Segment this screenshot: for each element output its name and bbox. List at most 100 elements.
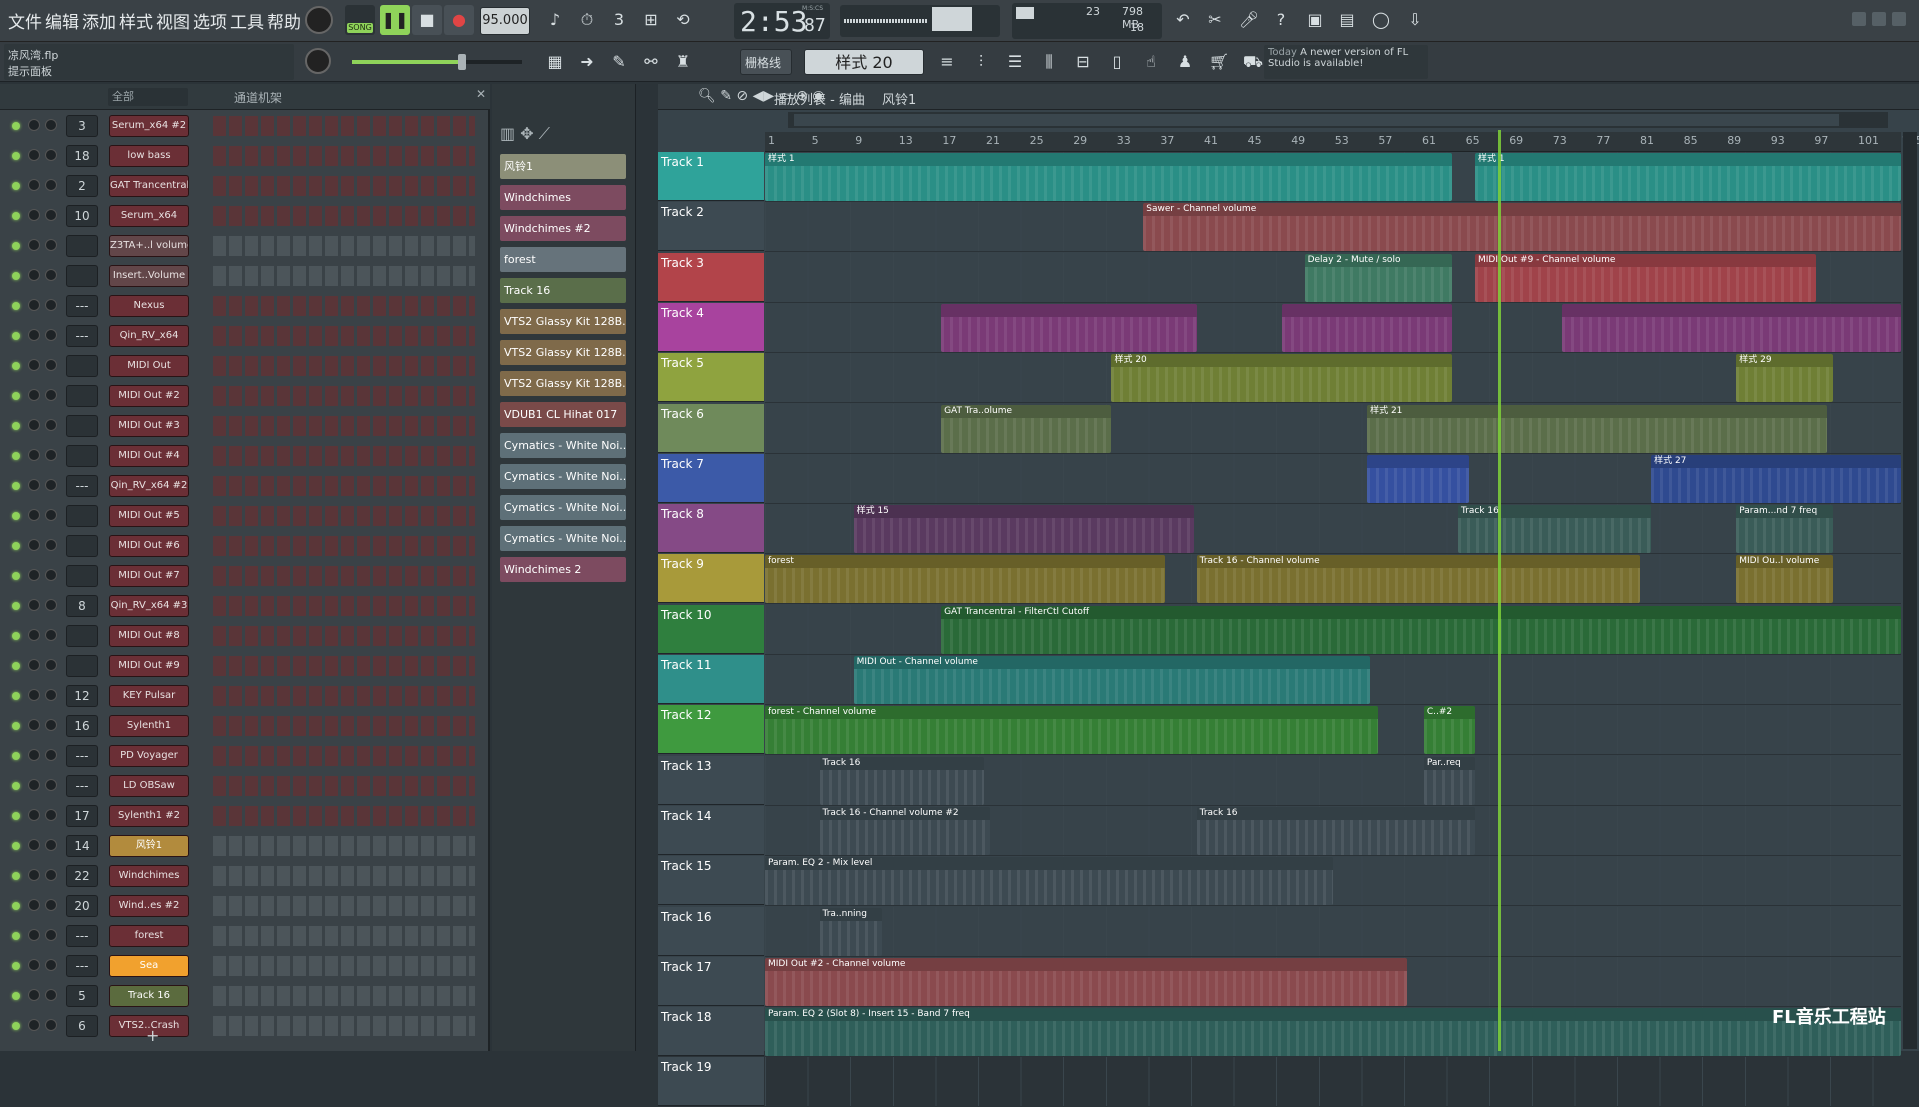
step-sequencer[interactable] xyxy=(213,146,475,166)
close-icon[interactable]: ✕ xyxy=(476,87,486,101)
channel-pan-knob[interactable] xyxy=(28,329,40,341)
channel-name-button[interactable]: GAT Trancentral xyxy=(109,175,189,197)
minimize-button[interactable] xyxy=(1852,12,1866,26)
channel-volume-knob[interactable] xyxy=(45,119,57,131)
pitch-knob[interactable] xyxy=(305,48,331,74)
channel-volume-knob[interactable] xyxy=(45,329,57,341)
step-sequencer[interactable] xyxy=(213,926,475,946)
news-panel[interactable]: Today A newer version of FL Studio is av… xyxy=(1264,45,1428,79)
playlist-clip[interactable]: 样式 21 xyxy=(1367,404,1828,453)
channel-mute-led[interactable] xyxy=(12,842,20,850)
track-header[interactable]: Track 18 xyxy=(658,1007,764,1057)
channel-row[interactable]: 20 Wind..es #2 xyxy=(0,892,490,922)
channel-mute-led[interactable] xyxy=(12,1022,20,1030)
mixer-track-number[interactable]: 5 xyxy=(66,985,98,1007)
add-channel-button[interactable]: + xyxy=(146,1026,159,1045)
channel-pan-knob[interactable] xyxy=(28,479,40,491)
step-sequencer[interactable] xyxy=(213,836,475,856)
channel-mute-led[interactable] xyxy=(12,692,20,700)
playlist-clip[interactable]: C..#2 xyxy=(1423,706,1475,755)
channel-name-button[interactable]: Serum_x64 #2 xyxy=(109,115,189,137)
pattern-selector[interactable]: 样式 20 xyxy=(804,49,924,75)
channel-volume-knob[interactable] xyxy=(45,1019,57,1031)
channel-volume-knob[interactable] xyxy=(45,449,57,461)
mixer-track-number[interactable]: 6 xyxy=(66,1015,98,1037)
channel-mute-led[interactable] xyxy=(12,482,20,490)
track-header[interactable]: Track 6 xyxy=(658,403,764,453)
piano-roll-icon[interactable]: ⫶ xyxy=(966,47,996,77)
step-sequencer[interactable] xyxy=(213,986,475,1006)
channel-name-button[interactable]: Wind..es #2 xyxy=(109,895,189,917)
channel-pan-knob[interactable] xyxy=(28,1019,40,1031)
playlist-clip[interactable]: 样式 20 xyxy=(1111,354,1453,403)
channel-mute-led[interactable] xyxy=(12,302,20,310)
countdown-icon[interactable]: 3 xyxy=(604,5,634,35)
channel-pan-knob[interactable] xyxy=(28,149,40,161)
mixer-track-number[interactable]: --- xyxy=(66,745,98,767)
step-sequencer[interactable] xyxy=(213,236,475,256)
channel-name-button[interactable]: low bass xyxy=(109,145,189,167)
record-button[interactable]: ● xyxy=(444,5,474,35)
channel-name-button[interactable]: Sylenth1 xyxy=(109,715,189,737)
channel-row[interactable]: 8 Qin_RV_x64 #3 xyxy=(0,592,490,622)
playlist-clip[interactable]: Tra..nning xyxy=(819,907,882,956)
wait-input-icon[interactable]: ⏱ xyxy=(572,5,602,35)
channel-name-button[interactable]: 风铃1 xyxy=(109,835,189,857)
playlist-clip[interactable]: Param...nd 7 freq xyxy=(1736,505,1833,554)
channel-volume-knob[interactable] xyxy=(45,539,57,551)
channel-name-button[interactable]: Nexus xyxy=(109,295,189,317)
channel-volume-knob[interactable] xyxy=(45,269,57,281)
picker-item[interactable]: VTS2 Glassy Kit 128B.. xyxy=(500,309,626,334)
step-sequencer[interactable] xyxy=(213,806,475,826)
channel-volume-knob[interactable] xyxy=(45,299,57,311)
picker-item[interactable]: Cymatics - White Noi.. xyxy=(500,464,626,489)
channel-pan-knob[interactable] xyxy=(28,869,40,881)
step-sequencer[interactable] xyxy=(213,686,475,706)
channel-mute-led[interactable] xyxy=(12,902,20,910)
channel-pan-knob[interactable] xyxy=(28,959,40,971)
master-pitch-slider[interactable] xyxy=(352,54,522,70)
playhead[interactable] xyxy=(1498,130,1501,1051)
channel-pan-knob[interactable] xyxy=(28,239,40,251)
channel-name-button[interactable]: Sea xyxy=(109,955,189,977)
channel-mute-led[interactable] xyxy=(12,512,20,520)
step-sequencer[interactable] xyxy=(213,206,475,226)
menu-item-5[interactable]: 选项 xyxy=(193,8,227,33)
channel-volume-knob[interactable] xyxy=(45,239,57,251)
step-sequencer[interactable] xyxy=(213,536,475,556)
stop-button[interactable]: ■ xyxy=(412,5,442,35)
channel-name-button[interactable]: MIDI Out #6 xyxy=(109,535,189,557)
channel-pan-knob[interactable] xyxy=(28,449,40,461)
playlist-clip[interactable]: Track 16 - Channel volume xyxy=(1196,555,1640,604)
mixer-track-number[interactable]: --- xyxy=(66,475,98,497)
channel-mute-led[interactable] xyxy=(12,272,20,280)
channel-row[interactable]: MIDI Out #4 xyxy=(0,442,490,472)
channel-mute-led[interactable] xyxy=(12,752,20,760)
mixer-track-number[interactable]: 22 xyxy=(66,865,98,887)
mixer-track-number[interactable]: 12 xyxy=(66,685,98,707)
channel-pan-knob[interactable] xyxy=(28,179,40,191)
mixer-track-number[interactable] xyxy=(66,505,98,527)
playlist-clip[interactable]: forest xyxy=(765,555,1165,604)
channel-mute-led[interactable] xyxy=(12,362,20,370)
mixer-track-number[interactable]: 20 xyxy=(66,895,98,917)
mixer-track-number[interactable] xyxy=(66,235,98,257)
playlist-clip[interactable]: 样式 15 xyxy=(853,505,1195,554)
channel-name-button[interactable]: Insert..Volume xyxy=(109,265,189,287)
step-sequencer[interactable] xyxy=(213,776,475,796)
channel-pan-knob[interactable] xyxy=(28,779,40,791)
channel-row[interactable]: 10 Serum_x64 xyxy=(0,202,490,232)
track-header[interactable]: Track 2 xyxy=(658,202,764,252)
channel-name-button[interactable]: Windchimes xyxy=(109,865,189,887)
playlist-clip[interactable]: Sawer - Channel volume xyxy=(1143,203,1901,252)
playlist-clip[interactable]: Track 16 xyxy=(1457,505,1652,554)
channel-row[interactable]: Insert..Volume xyxy=(0,262,490,292)
channel-volume-knob[interactable] xyxy=(45,929,57,941)
channel-mute-led[interactable] xyxy=(12,332,20,340)
channel-row[interactable]: 17 Sylenth1 #2 xyxy=(0,802,490,832)
channel-row[interactable]: --- Nexus xyxy=(0,292,490,322)
track-header[interactable]: Track 12 xyxy=(658,705,764,755)
channel-mute-led[interactable] xyxy=(12,962,20,970)
mixer-icon[interactable]: ⫼ xyxy=(1034,47,1064,77)
track-header[interactable]: Track 3 xyxy=(658,252,764,302)
